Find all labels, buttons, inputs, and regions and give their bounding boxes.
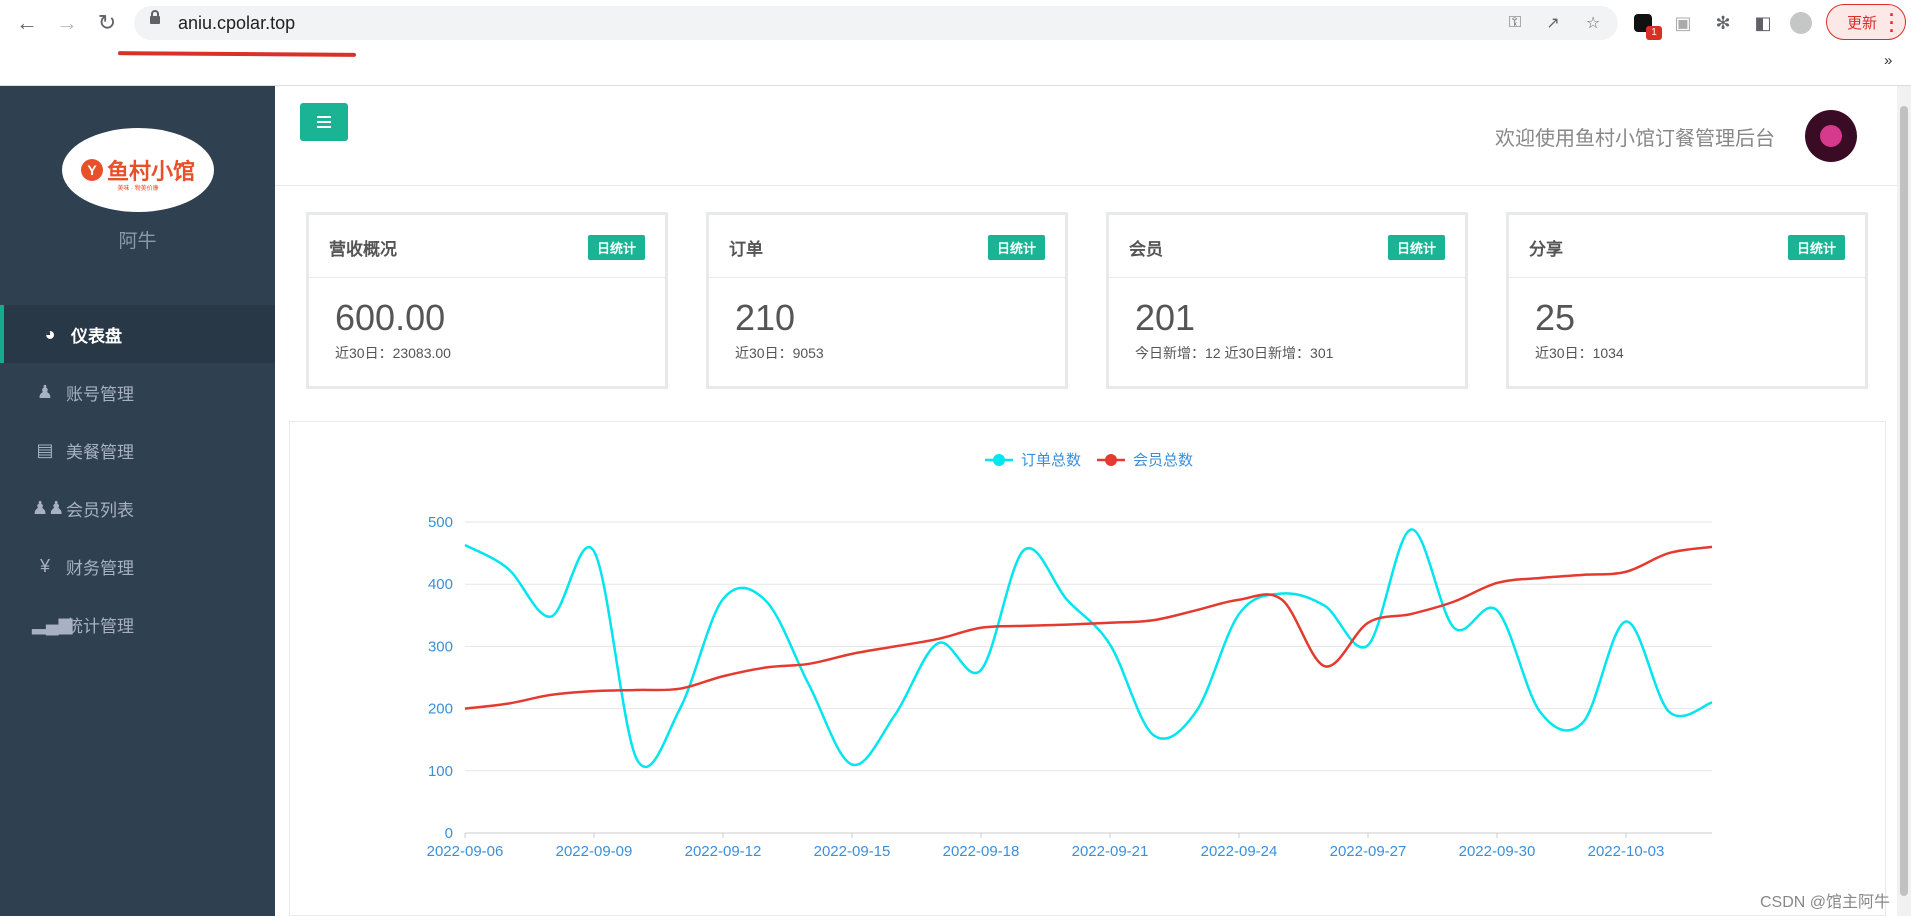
card-value: 210 (735, 297, 795, 339)
y-tick-label: 100 (428, 763, 453, 780)
browser-toolbar: ← → ↻ aniu.cpolar.top ⚿ ↗ ☆ 1 ▣ ✻ ◧ 更新 ·… (0, 0, 1911, 86)
x-tick-label: 2022-09-15 (814, 843, 891, 860)
card-subtext: 近30日：1034 (1535, 343, 1624, 363)
sidebar-item-label: 统计管理 (66, 612, 134, 637)
puzzle-icon[interactable]: ✻ (1710, 10, 1736, 36)
card-title: 订单 (729, 235, 763, 260)
card-value: 600.00 (335, 297, 445, 339)
user-icon: ♟ (32, 382, 58, 403)
cast-icon[interactable]: ▣ (1670, 10, 1696, 36)
x-tick-label: 2022-09-30 (1459, 843, 1536, 860)
status-badge: 日统计 (1788, 235, 1845, 260)
page-scrollbar[interactable] (1897, 86, 1911, 916)
series-line-0 (465, 529, 1712, 767)
y-tick-label: 300 (428, 638, 453, 655)
avatar[interactable] (1805, 110, 1857, 162)
y-tick-label: 0 (445, 825, 453, 842)
line-chart: 0 100 200 300 400 500 2022-09-06 2022-09-09 2022… (290, 422, 1887, 917)
status-badge: 日统计 (988, 235, 1045, 260)
url-text[interactable]: aniu.cpolar.top (178, 13, 295, 34)
annotation-underline (118, 51, 356, 57)
y-tick-label: 400 (428, 576, 453, 593)
forward-icon[interactable]: → (52, 8, 82, 38)
sidebar-item-finance[interactable]: ¥ 财务管理 (0, 537, 275, 595)
x-tick-label: 2022-09-24 (1201, 843, 1278, 860)
card-subtext: 近30日：9053 (735, 343, 824, 363)
logo-mark-icon: Y (81, 159, 103, 181)
reload-icon[interactable]: ↻ (92, 8, 122, 38)
status-badge: 日统计 (1388, 235, 1445, 260)
x-tick-label: 2022-09-09 (556, 843, 633, 860)
sidebar-item-members[interactable]: ♟♟ 会员列表 (0, 479, 275, 537)
watermark: CSDN @馆主阿牛 (1760, 888, 1890, 912)
top-navbar: 欢迎使用鱼村小馆订餐管理后台 (275, 86, 1911, 186)
series-line-1 (465, 547, 1712, 709)
card-value: 201 (1135, 297, 1195, 339)
sidebar-item-meals[interactable]: ▤ 美餐管理 (0, 421, 275, 479)
status-badge: 日统计 (588, 235, 645, 260)
share-icon[interactable]: ↗ (1542, 12, 1564, 34)
legend-label: 订单总数 (1021, 452, 1081, 469)
y-tick-label: 200 (428, 701, 453, 718)
x-tick-label: 2022-09-27 (1330, 843, 1407, 860)
logo: Y 鱼村小馆 美味 · 物美价廉 (62, 128, 214, 212)
star-icon[interactable]: ☆ (1582, 12, 1604, 34)
card-subtext: 近30日：23083.00 (335, 343, 451, 363)
legend-marker (1105, 454, 1117, 466)
menu-toggle-button[interactable] (300, 103, 348, 141)
bar-chart-icon: ▂▄▆ (32, 614, 58, 635)
x-tick-label: 2022-09-12 (685, 843, 762, 860)
sidebar-username: 阿牛 (0, 226, 275, 253)
side-panel-icon[interactable]: ◧ (1750, 10, 1776, 36)
sidebar-item-accounts[interactable]: ♟ 账号管理 (0, 363, 275, 421)
users-icon: ♟♟ (32, 498, 58, 519)
sidebar-item-dashboard[interactable]: ◕ 仪表盘 (0, 305, 275, 363)
profile-icon[interactable] (1788, 10, 1814, 36)
stat-card-orders: 订单 日统计 210 近30日：9053 (706, 212, 1068, 389)
update-label: 更新 (1847, 12, 1877, 33)
x-tick-label: 2022-09-18 (943, 843, 1020, 860)
card-title: 营收概况 (329, 235, 397, 260)
update-button[interactable]: 更新 ··· (1826, 4, 1906, 40)
sidebar-item-label: 美餐管理 (66, 438, 134, 463)
more-bookmarks-icon[interactable]: » (1884, 52, 1892, 69)
card-value: 25 (1535, 297, 1575, 339)
stat-card-revenue: 营收概况 日统计 600.00 近30日：23083.00 (306, 212, 668, 389)
yen-icon: ¥ (32, 556, 58, 577)
back-icon[interactable]: ← (12, 8, 42, 38)
sidebar-item-label: 账号管理 (66, 380, 134, 405)
x-tick-label: 2022-09-06 (427, 843, 504, 860)
logo-subtitle: 美味 · 物美价廉 (62, 183, 214, 192)
sidebar-item-label: 仪表盘 (71, 322, 122, 347)
dashboard-icon: ◕ (37, 324, 63, 345)
stat-card-shares: 分享 日统计 25 近30日：1034 (1506, 212, 1868, 389)
card-title: 会员 (1129, 235, 1163, 260)
lock-icon (150, 16, 160, 24)
sidebar-menu: ◕ 仪表盘 ♟ 账号管理 ▤ 美餐管理 ♟♟ 会员列表 ¥ 财务管理 ▂▄▆ 统… (0, 305, 275, 653)
extension-badge: 1 (1646, 26, 1662, 40)
legend-marker (993, 454, 1005, 466)
menu-dots-icon: ··· (1889, 11, 1895, 35)
welcome-text: 欢迎使用鱼村小馆订餐管理后台 (1495, 122, 1775, 151)
card-subtext: 今日新增：12 近30日新增：301 (1135, 343, 1333, 363)
logo-text: 鱼村小馆 (107, 154, 195, 186)
sidebar-item-label: 会员列表 (66, 496, 134, 521)
card-title: 分享 (1529, 235, 1563, 260)
stat-card-members: 会员 日统计 201 今日新增：12 近30日新增：301 (1106, 212, 1468, 389)
legend-label: 会员总数 (1133, 452, 1193, 469)
address-bar[interactable]: aniu.cpolar.top ⚿ ↗ ☆ (134, 6, 1618, 40)
sidebar: Y 鱼村小馆 美味 · 物美价廉 阿牛 ◕ 仪表盘 ♟ 账号管理 ▤ 美餐管理 … (0, 86, 275, 916)
sidebar-item-stats[interactable]: ▂▄▆ 统计管理 (0, 595, 275, 653)
book-icon: ▤ (32, 440, 58, 461)
chart-panel: 0 100 200 300 400 500 2022-09-06 2022-09-09 2022… (289, 421, 1886, 916)
y-tick-label: 500 (428, 514, 453, 531)
sidebar-item-label: 财务管理 (66, 554, 134, 579)
key-icon[interactable]: ⚿ (1504, 12, 1526, 34)
x-tick-label: 2022-09-21 (1072, 843, 1149, 860)
x-tick-label: 2022-10-03 (1588, 843, 1665, 860)
